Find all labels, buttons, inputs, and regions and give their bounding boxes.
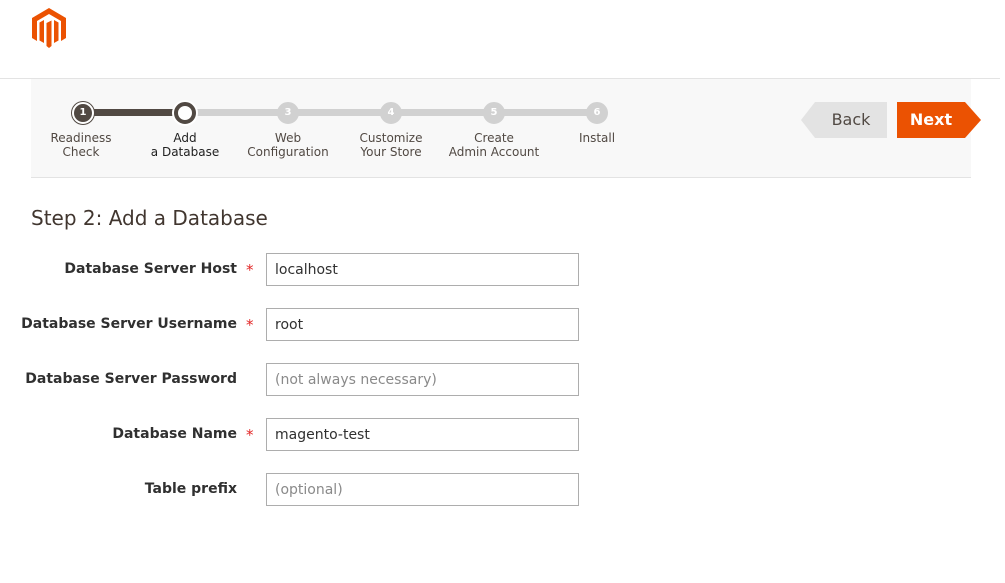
step-4-label: Customize Your Store <box>336 131 446 159</box>
step-1-label-line2: Check <box>62 145 100 159</box>
step-3-marker: 3 <box>277 102 299 124</box>
progress-track-completed <box>83 109 187 116</box>
step-5-label: Create Admin Account <box>439 131 549 159</box>
db-host-label: Database Server Host <box>64 261 237 277</box>
step-3-label: Web Configuration <box>233 131 343 159</box>
step-5-marker: 5 <box>483 102 505 124</box>
step-3-label-line2: Configuration <box>247 145 329 159</box>
step-4-marker: 4 <box>380 102 402 124</box>
step-2-marker[interactable] <box>174 102 196 124</box>
step-6-marker: 6 <box>586 102 608 124</box>
db-username-input[interactable] <box>266 308 579 341</box>
field-db-name: Database Name * <box>0 418 600 452</box>
page-title: Step 2: Add a Database <box>31 206 268 230</box>
db-host-input[interactable] <box>266 253 579 286</box>
required-marker: * <box>246 316 254 334</box>
step-2-label-line1: Add <box>173 131 197 145</box>
magento-logo-icon[interactable] <box>31 8 67 48</box>
step-2-label[interactable]: Add a Database <box>130 131 240 159</box>
back-button[interactable]: Back <box>801 102 887 138</box>
required-marker: * <box>246 426 254 444</box>
step-4-label-line1: Customize <box>359 131 423 145</box>
table-prefix-input[interactable] <box>266 473 579 506</box>
field-db-password: Database Server Password <box>0 363 600 397</box>
step-2-label-line2: a Database <box>150 145 220 159</box>
step-5-label-line1: Create <box>474 131 514 145</box>
step-6-label: Install <box>542 131 652 145</box>
db-password-input[interactable] <box>266 363 579 396</box>
header <box>0 0 1000 79</box>
step-6-label-line1: Install <box>578 131 616 145</box>
step-5-label-line2: Admin Account <box>448 145 540 159</box>
next-button[interactable]: Next <box>897 102 981 138</box>
step-4-label-line2: Your Store <box>360 145 422 159</box>
field-db-username: Database Server Username * <box>0 308 600 342</box>
setup-wizard-progress: 1 3 4 5 6 Readiness Check Add a Database… <box>31 79 981 178</box>
db-name-input[interactable] <box>266 418 579 451</box>
step-1-label[interactable]: Readiness Check <box>26 131 136 159</box>
field-table-prefix: Table prefix <box>0 473 600 507</box>
step-1-label-line1: Readiness <box>50 131 112 145</box>
db-password-label: Database Server Password <box>25 371 237 387</box>
field-db-host: Database Server Host * <box>0 253 600 287</box>
step-1-marker[interactable]: 1 <box>72 102 94 124</box>
step-3-label-line1: Web <box>274 131 302 145</box>
db-username-label: Database Server Username <box>21 316 237 332</box>
required-marker: * <box>246 261 254 279</box>
db-name-label: Database Name <box>112 426 237 442</box>
table-prefix-label: Table prefix <box>144 481 237 497</box>
